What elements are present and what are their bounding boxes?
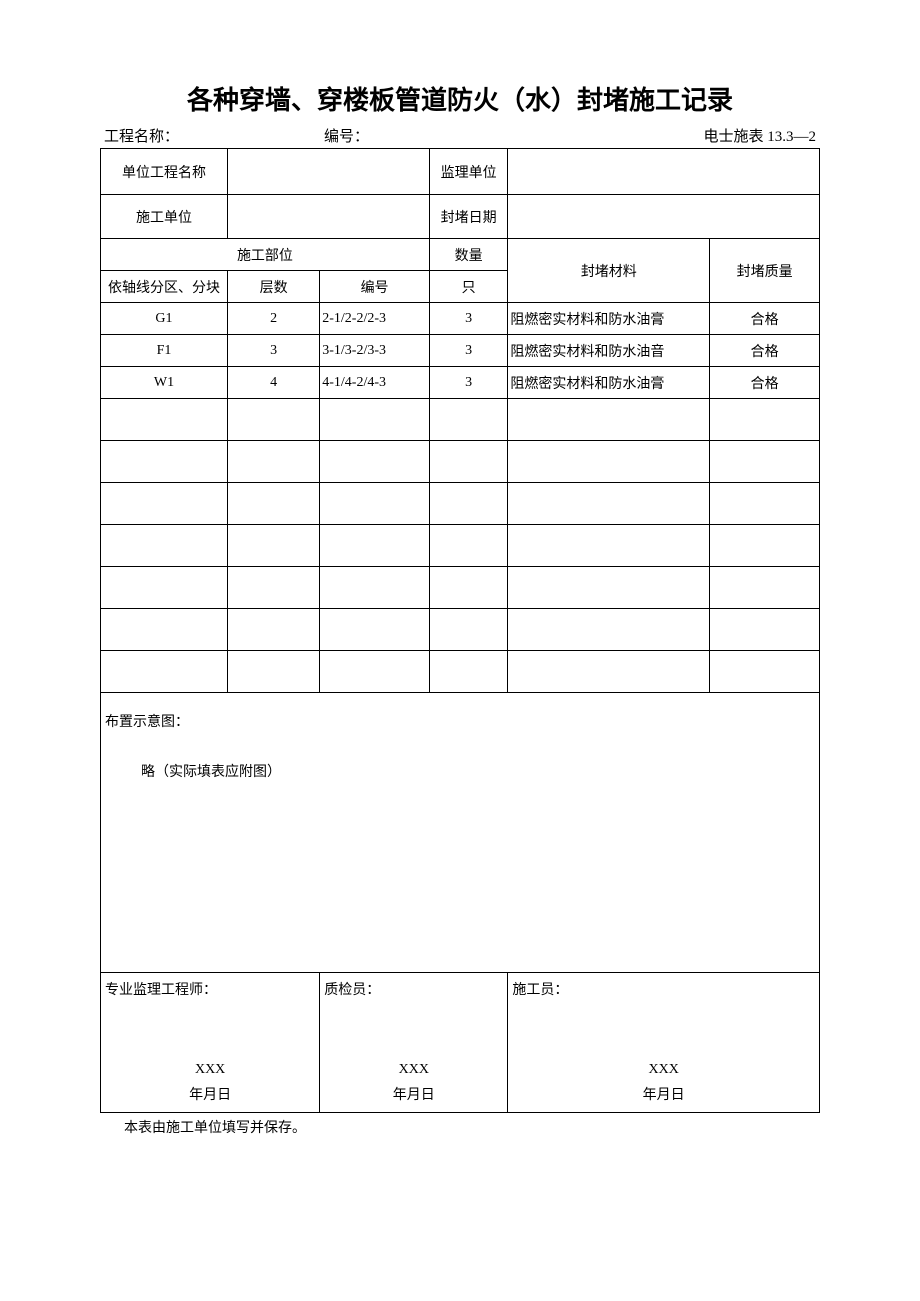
header-supervision: 监理单位 xyxy=(429,149,507,195)
cell-floors xyxy=(227,567,319,609)
cell-floors xyxy=(227,441,319,483)
cell-floors xyxy=(227,651,319,693)
meta-line: 工程名称： 编号： 电士施表 13.3—2 xyxy=(100,125,820,146)
cell-qty xyxy=(429,441,507,483)
document-title: 各种穿墙、穿楼板管道防火（水）封堵施工记录 xyxy=(100,80,820,117)
cell-num xyxy=(320,609,430,651)
value-supervision xyxy=(508,149,820,195)
main-table: 单位工程名称 监理单位 施工单位 封堵日期 施工部位 数量 封堵材料 封堵质量 … xyxy=(100,148,820,1113)
cell-num: 4-1/4-2/4-3 xyxy=(320,367,430,399)
cell-floors: 2 xyxy=(227,303,319,335)
cell-qual xyxy=(710,441,820,483)
cell-mat xyxy=(508,441,710,483)
sig-name: XXX xyxy=(508,1062,819,1078)
cell-num xyxy=(320,399,430,441)
cell-floors xyxy=(227,399,319,441)
footer-note: 本表由施工单位填写并保存。 xyxy=(100,1117,820,1137)
cell-qty xyxy=(429,651,507,693)
sig-qc-body: XXX 年月日 xyxy=(320,1013,508,1113)
cell-qual: 合格 xyxy=(710,335,820,367)
sig-name: XXX xyxy=(320,1062,507,1078)
cell-axis xyxy=(101,399,228,441)
cell-num xyxy=(320,651,430,693)
cell-num: 3-1/3-2/3-3 xyxy=(320,335,430,367)
cell-qty xyxy=(429,567,507,609)
cell-qty: 3 xyxy=(429,335,507,367)
cell-mat xyxy=(508,609,710,651)
sig-supervisor-label: 专业监理工程师： xyxy=(101,973,320,1013)
cell-floors xyxy=(227,609,319,651)
header-number: 编号 xyxy=(320,271,430,303)
cell-qual xyxy=(710,567,820,609)
header-seal-quality: 封堵质量 xyxy=(710,239,820,303)
cell-qty xyxy=(429,525,507,567)
header-quantity: 数量 xyxy=(429,239,507,271)
cell-num xyxy=(320,483,430,525)
sig-date: 年月日 xyxy=(101,1084,319,1104)
header-seal-date: 封堵日期 xyxy=(429,195,507,239)
cell-qual xyxy=(710,483,820,525)
cell-mat xyxy=(508,567,710,609)
header-unit-project: 单位工程名称 xyxy=(101,149,228,195)
cell-axis xyxy=(101,483,228,525)
sig-date: 年月日 xyxy=(508,1084,819,1104)
cell-qty xyxy=(429,609,507,651)
header-construction-part: 施工部位 xyxy=(101,239,430,271)
cell-num xyxy=(320,525,430,567)
cell-axis xyxy=(101,525,228,567)
value-construction-unit xyxy=(227,195,429,239)
cell-qual xyxy=(710,609,820,651)
cell-mat xyxy=(508,525,710,567)
cell-floors: 3 xyxy=(227,335,319,367)
sig-supervisor-body: XXX 年月日 xyxy=(101,1013,320,1113)
sig-worker-label: 施工员： xyxy=(508,973,820,1013)
cell-floors xyxy=(227,525,319,567)
cell-axis: G1 xyxy=(101,303,228,335)
form-code: 电士施表 13.3—2 xyxy=(666,125,816,146)
diagram-note: 略（实际填表应附图） xyxy=(105,761,815,781)
value-seal-date xyxy=(508,195,820,239)
value-unit-project xyxy=(227,149,429,195)
serial-label: 编号： xyxy=(324,125,666,146)
cell-qual xyxy=(710,399,820,441)
cell-qty xyxy=(429,399,507,441)
sig-worker-body: XXX 年月日 xyxy=(508,1013,820,1113)
cell-mat xyxy=(508,483,710,525)
cell-axis xyxy=(101,441,228,483)
cell-floors xyxy=(227,483,319,525)
header-floors: 层数 xyxy=(227,271,319,303)
sig-date: 年月日 xyxy=(320,1084,507,1104)
diagram-label: 布置示意图： xyxy=(105,711,815,731)
diagram-cell: 布置示意图： 略（实际填表应附图） xyxy=(101,693,820,973)
cell-mat: 阻燃密实材料和防水油膏 xyxy=(508,303,710,335)
cell-axis xyxy=(101,609,228,651)
cell-mat xyxy=(508,399,710,441)
cell-floors: 4 xyxy=(227,367,319,399)
cell-axis: F1 xyxy=(101,335,228,367)
cell-mat: 阻燃密实材料和防水油音 xyxy=(508,335,710,367)
sig-qc-label: 质检员： xyxy=(320,973,508,1013)
sig-name: XXX xyxy=(101,1062,319,1078)
cell-axis xyxy=(101,651,228,693)
cell-num xyxy=(320,567,430,609)
cell-axis: W1 xyxy=(101,367,228,399)
cell-qual: 合格 xyxy=(710,367,820,399)
header-unit-zhi: 只 xyxy=(429,271,507,303)
cell-qual xyxy=(710,525,820,567)
cell-qty xyxy=(429,483,507,525)
header-construction-unit: 施工单位 xyxy=(101,195,228,239)
cell-qual xyxy=(710,651,820,693)
cell-qty: 3 xyxy=(429,367,507,399)
cell-qual: 合格 xyxy=(710,303,820,335)
cell-mat xyxy=(508,651,710,693)
cell-axis xyxy=(101,567,228,609)
cell-num xyxy=(320,441,430,483)
cell-qty: 3 xyxy=(429,303,507,335)
header-seal-material: 封堵材料 xyxy=(508,239,710,303)
cell-num: 2-1/2-2/2-3 xyxy=(320,303,430,335)
project-label: 工程名称： xyxy=(104,125,324,146)
cell-mat: 阻燃密实材料和防水油膏 xyxy=(508,367,710,399)
header-axis-block: 依轴线分区、分块 xyxy=(101,271,228,303)
